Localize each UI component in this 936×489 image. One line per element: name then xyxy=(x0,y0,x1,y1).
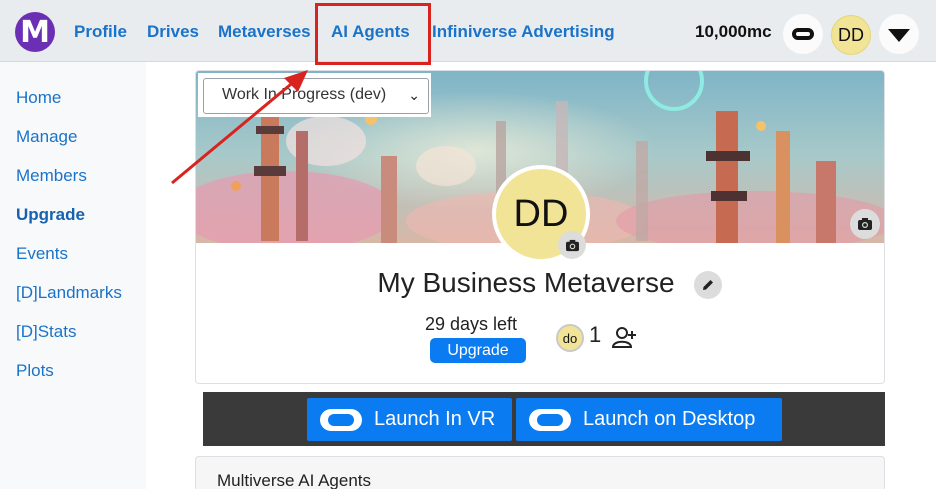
user-avatar[interactable]: DD xyxy=(831,15,871,55)
nav-metaverses[interactable]: Metaverses xyxy=(218,22,311,42)
sidebar: Home Manage Members Upgrade Events [D]La… xyxy=(0,62,146,489)
member-count: 1 xyxy=(589,322,602,347)
sidebar-item-home[interactable]: Home xyxy=(16,88,61,108)
environment-select[interactable]: Work In Progress (dev) ⌄ xyxy=(203,78,429,114)
ai-agents-title: Multiverse AI Agents xyxy=(217,471,372,489)
upgrade-button[interactable]: Upgrade xyxy=(430,338,526,363)
metaverse-avatar-initials: DD xyxy=(513,192,569,235)
vr-headset-button[interactable] xyxy=(783,14,823,54)
camera-icon xyxy=(565,239,579,251)
logo-letter: M xyxy=(20,14,50,50)
nav-drives[interactable]: Drives xyxy=(147,22,199,42)
member-avatar[interactable]: do xyxy=(556,324,584,352)
vr-headset-icon xyxy=(792,28,814,40)
vr-headset-icon xyxy=(320,408,362,431)
user-menu-button[interactable] xyxy=(879,14,919,54)
environment-select-wrapper: Work In Progress (dev) ⌄ xyxy=(198,73,431,117)
sidebar-item-upgrade[interactable]: Upgrade xyxy=(16,205,85,225)
ai-agents-card: Multiverse AI Agents xyxy=(195,456,885,489)
sidebar-item-landmarks[interactable]: [D]Landmarks xyxy=(16,283,122,303)
banner-camera-button[interactable] xyxy=(850,209,880,239)
nav-infiniverse-advertising[interactable]: Infiniverse Advertising xyxy=(432,22,615,42)
environment-select-value: Work In Progress (dev) xyxy=(222,86,387,103)
sidebar-item-events[interactable]: Events xyxy=(16,244,68,264)
pencil-icon xyxy=(703,280,713,290)
top-navbar: M Profile Drives Metaverses AI Agents In… xyxy=(0,0,936,62)
days-left-text: 29 days left xyxy=(425,314,518,334)
edit-title-button[interactable] xyxy=(694,271,722,299)
brand-logo[interactable]: M xyxy=(15,12,55,52)
sidebar-item-manage[interactable]: Manage xyxy=(16,127,77,147)
dropdown-triangle-icon xyxy=(888,29,910,42)
avatar-camera-button[interactable] xyxy=(558,231,586,259)
nav-profile[interactable]: Profile xyxy=(74,22,127,42)
metaverse-card: Work In Progress (dev) ⌄ DD My Business … xyxy=(195,70,885,384)
sidebar-item-stats[interactable]: [D]Stats xyxy=(16,322,76,342)
balance-display: 10,000mc xyxy=(695,22,772,41)
launch-vr-label: Launch In VR xyxy=(374,408,496,430)
add-member-button[interactable] xyxy=(610,323,640,353)
metaverse-title: My Business Metaverse xyxy=(377,267,675,298)
launch-vr-button[interactable]: Launch In VR xyxy=(307,398,512,441)
launch-bar: Launch In VR Launch on Desktop xyxy=(203,392,885,446)
sidebar-item-members[interactable]: Members xyxy=(16,166,87,186)
ai-agents-highlight-box xyxy=(315,3,431,65)
camera-icon xyxy=(858,218,872,230)
add-person-icon xyxy=(611,327,636,348)
chevron-down-icon: ⌄ xyxy=(408,87,420,103)
launch-desktop-label: Launch on Desktop xyxy=(583,408,756,430)
launch-desktop-button[interactable]: Launch on Desktop xyxy=(516,398,782,441)
sidebar-item-plots[interactable]: Plots xyxy=(16,361,54,381)
vr-headset-icon xyxy=(529,408,571,431)
